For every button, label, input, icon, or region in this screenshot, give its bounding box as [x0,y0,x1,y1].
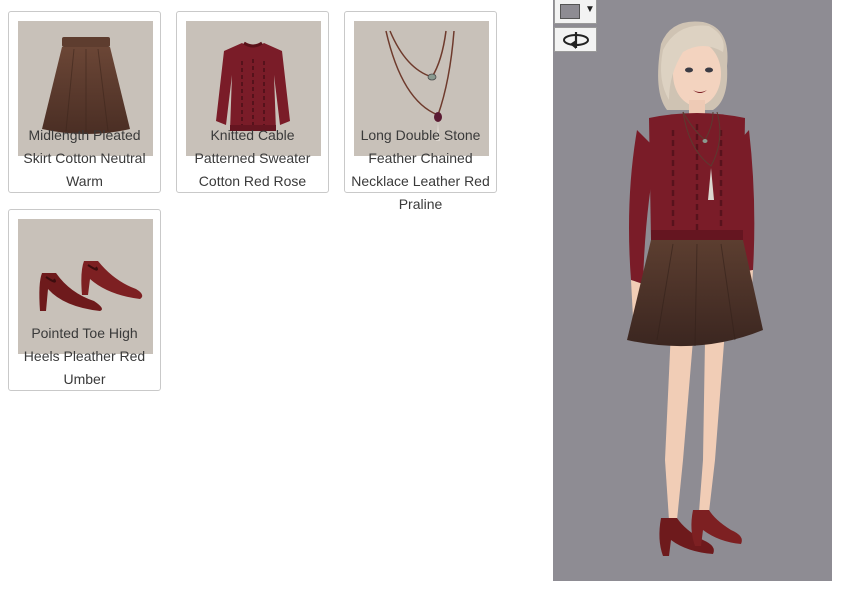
rotate-button[interactable] [554,27,597,52]
item-card-heels[interactable]: Pointed Toe High Heels Pleather Red Umbe… [8,209,161,391]
background-color-picker[interactable]: ▼ [554,0,597,24]
rotate-icon [563,32,589,49]
color-swatch [560,4,580,19]
item-card-necklace[interactable]: Long Double Stone Feather Chained Neckla… [344,11,497,212]
caret-down-icon: ▼ [585,4,595,15]
item-name: Midlength Pleated Skirt Cotton Neutral W… [23,127,146,189]
avatar-preview-panel [553,0,832,581]
item-name: Knitted Cable Patterned Sweater Cotton R… [194,127,311,189]
outfit-page: Midlength Pleated Skirt Cotton Neutral W… [0,0,842,591]
avatar-model [627,21,763,556]
item-card-sweater[interactable]: Knitted Cable Patterned Sweater Cotton R… [176,11,329,193]
item-name: Long Double Stone Feather Chained Neckla… [351,127,490,212]
item-name: Pointed Toe High Heels Pleather Red Umbe… [23,325,146,387]
item-card-skirt[interactable]: Midlength Pleated Skirt Cotton Neutral W… [8,11,161,193]
